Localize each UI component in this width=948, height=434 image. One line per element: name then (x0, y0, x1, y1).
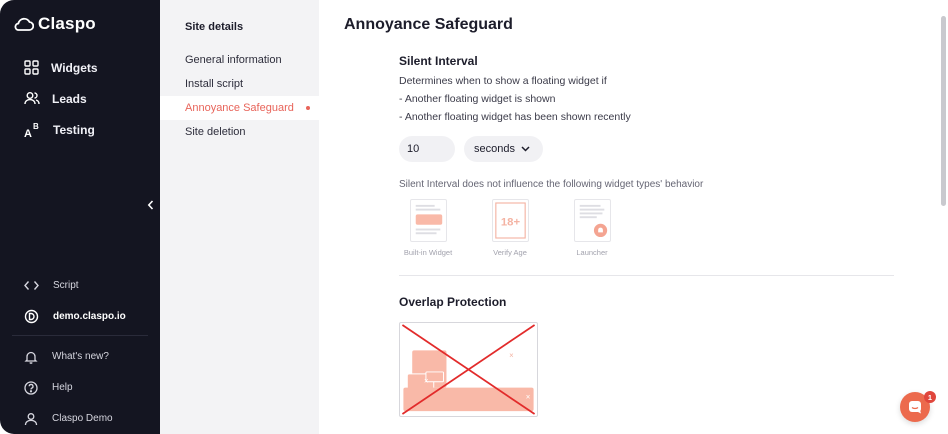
sidebar-bottom: Script demo.claspo.io What's new? Help C… (0, 270, 160, 434)
launcher-icon (573, 199, 611, 242)
widget-type-label: Built-in Widget (403, 248, 453, 257)
interval-unit-value: seconds (474, 143, 515, 155)
user-icon (24, 412, 38, 425)
nav-label-widgets: Widgets (51, 60, 98, 75)
chevron-down-icon (521, 146, 530, 152)
interval-value-input[interactable] (399, 136, 455, 162)
nav-item-script[interactable]: Script (0, 270, 160, 301)
site-logo-icon (24, 309, 39, 324)
svg-text:B: B (33, 122, 39, 131)
description-line: - Another floating widget has been shown… (399, 111, 631, 123)
nav-item-help[interactable]: Help (0, 372, 160, 403)
nav-item-testing[interactable]: A B Testing (0, 114, 160, 145)
code-icon (24, 281, 39, 290)
widget-type-label: Verify Age (493, 248, 527, 257)
silent-interval-description: Determines when to show a floating widge… (399, 72, 894, 126)
widget-type-launcher[interactable]: Launcher (563, 199, 621, 257)
verify-age-icon: 18+ (491, 199, 529, 242)
nav-label-whats-new: What's new? (52, 351, 109, 362)
site-selector[interactable]: demo.claspo.io (0, 301, 160, 332)
silent-interval-heading: Silent Interval (399, 54, 478, 68)
nav-item-leads[interactable]: Leads (0, 83, 160, 114)
description-line: - Another floating widget is shown (399, 93, 556, 105)
nav-label-help: Help (52, 382, 73, 393)
submenu-item-install-script[interactable]: Install script (160, 72, 319, 96)
description-line: Determines when to show a floating widge… (399, 75, 607, 87)
site-name: demo.claspo.io (53, 311, 126, 322)
nav-label-leads: Leads (52, 91, 87, 106)
nav-label-script: Script (53, 280, 79, 291)
submenu-title: Site details (185, 21, 244, 33)
svg-text:×: × (526, 392, 531, 401)
claspo-logo[interactable]: Claspo (12, 14, 96, 34)
main-content: Annoyance Safeguard Silent Interval Dete… (319, 0, 948, 434)
page-scrollbar[interactable] (941, 16, 946, 206)
submenu-list: General information Install script Annoy… (160, 48, 319, 144)
ab-test-icon: A B (24, 122, 39, 138)
cloud-logo-icon (14, 17, 34, 31)
chevron-left-icon (147, 200, 153, 210)
account-name: Claspo Demo (52, 413, 113, 424)
active-indicator-dot (306, 106, 310, 110)
chat-icon (909, 401, 921, 414)
sidebar-divider (12, 335, 148, 336)
nav-label-testing: Testing (53, 122, 95, 137)
main-sidebar: Claspo Widgets Leads A B Testing Script … (0, 0, 160, 434)
widget-type-label: Launcher (576, 248, 608, 257)
svg-text:18+: 18+ (500, 217, 520, 229)
account-menu[interactable]: Claspo Demo (0, 403, 160, 434)
submenu-item-label: Annoyance Safeguard (185, 102, 294, 114)
grid-icon (24, 60, 39, 75)
overlap-protection-illustration: × × × (399, 322, 538, 417)
app-window: Claspo Widgets Leads A B Testing Script … (0, 0, 948, 434)
settings-content: Silent Interval Determines when to show … (399, 54, 894, 422)
widget-type-verify-age[interactable]: 18+ Verify Age (481, 199, 539, 257)
page-title: Annoyance Safeguard (344, 16, 513, 33)
app-name: Claspo (38, 14, 96, 33)
overlap-protection-heading: Overlap Protection (399, 295, 507, 309)
users-icon (24, 92, 40, 105)
excluded-widget-types: Built-in Widget 18+ Verify Age Launcher (399, 199, 894, 257)
interval-controls: seconds (399, 136, 894, 162)
primary-nav: Widgets Leads A B Testing (0, 52, 160, 145)
widget-type-built-in[interactable]: Built-in Widget (399, 199, 457, 257)
help-icon (24, 380, 38, 395)
nav-item-widgets[interactable]: Widgets (0, 52, 160, 83)
svg-text:×: × (509, 351, 514, 360)
chat-notification-badge: 1 (924, 391, 936, 403)
nav-item-whats-new[interactable]: What's new? (0, 341, 160, 372)
built-in-widget-icon (409, 199, 447, 242)
collapse-sidebar-button[interactable] (143, 197, 157, 213)
silent-interval-note: Silent Interval does not influence the f… (399, 179, 704, 190)
interval-unit-select[interactable]: seconds (464, 136, 543, 162)
svg-text:A: A (24, 128, 32, 138)
submenu-item-site-deletion[interactable]: Site deletion (160, 120, 319, 144)
svg-text:×: × (424, 377, 429, 386)
bell-icon (24, 351, 38, 364)
section-divider (399, 275, 894, 276)
site-details-menu: Site details General information Install… (160, 0, 319, 434)
submenu-item-annoyance-safeguard[interactable]: Annoyance Safeguard (160, 96, 319, 120)
submenu-item-general-information[interactable]: General information (160, 48, 319, 72)
